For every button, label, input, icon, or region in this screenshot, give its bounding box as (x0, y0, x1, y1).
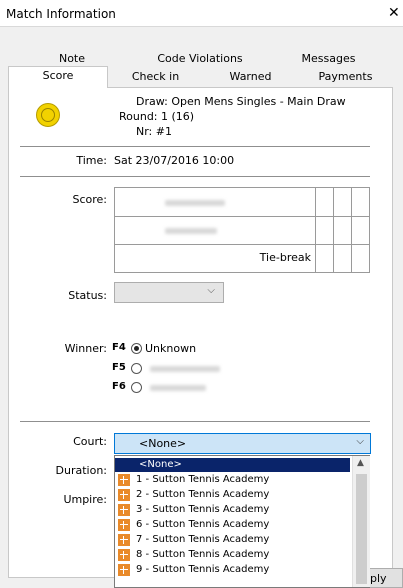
tab-note[interactable]: Note (8, 52, 136, 65)
winner-player-one-name (150, 366, 220, 372)
court-option[interactable]: 6 - Sutton Tennis Academy (115, 518, 350, 532)
court-option-none[interactable]: <None> (115, 458, 350, 472)
court-icon (118, 474, 130, 486)
score-label: Score: (72, 193, 107, 206)
court-option[interactable]: 1 - Sutton Tennis Academy (115, 473, 350, 487)
winner-radio-unknown[interactable] (131, 343, 142, 354)
winner-player-two-name (150, 385, 206, 391)
umpire-label: Umpire: (63, 493, 107, 506)
apply-button[interactable]: ply (365, 568, 403, 588)
court-icon (118, 504, 130, 516)
tab-warned[interactable]: Warned (203, 70, 298, 83)
time-label: Time: (76, 154, 107, 167)
court-icon (118, 489, 130, 501)
chevron-down-icon: ⌵ (356, 436, 364, 447)
tab-messages[interactable]: Messages (264, 52, 393, 65)
score-grid: Tie-break (114, 187, 370, 273)
court-select[interactable]: <None> ⌵ (114, 433, 371, 454)
winner-radio-player-two[interactable] (131, 382, 142, 393)
winner-label: Winner: (64, 342, 107, 355)
player-one-name (165, 200, 225, 206)
tab-check-in[interactable]: Check in (108, 70, 203, 83)
divider (20, 421, 370, 422)
tab-score[interactable]: Score (8, 66, 108, 88)
tab-row-upper: Note Code Violations Messages (8, 50, 393, 66)
tennis-ball-icon (36, 103, 60, 127)
divider (20, 146, 370, 147)
court-icon (118, 549, 130, 561)
court-icon (118, 519, 130, 531)
round-text: Round: 1 (16) (119, 110, 195, 123)
scroll-up-icon[interactable]: ▲ (357, 458, 364, 468)
time-value: Sat 23/07/2016 10:00 (114, 154, 235, 167)
shortcut-f6: F6 (112, 381, 126, 392)
tab-payments[interactable]: Payments (298, 70, 393, 83)
tiebreak-label: Tie-break (259, 251, 311, 264)
winner-unknown-label: Unknown (145, 342, 197, 355)
match-number: Nr: #1 (136, 125, 172, 138)
shortcut-f4: F4 (112, 342, 126, 353)
dropdown-scrollbar[interactable]: ▲ (352, 456, 370, 587)
winner-radio-player-one[interactable] (131, 363, 142, 374)
court-label: Court: (73, 435, 107, 448)
tab-row-lower: Score Check in Warned Payments (8, 66, 393, 88)
court-option[interactable]: 3 - Sutton Tennis Academy (115, 503, 350, 517)
court-option[interactable]: 9 - Sutton Tennis Academy (115, 563, 350, 577)
court-icon (118, 564, 130, 576)
status-label: Status: (68, 289, 107, 302)
court-option[interactable]: 8 - Sutton Tennis Academy (115, 548, 350, 562)
tab-code-violations[interactable]: Code Violations (136, 52, 264, 65)
window-title: Match Information (6, 7, 116, 21)
player-two-name (165, 228, 217, 234)
court-option[interactable]: 2 - Sutton Tennis Academy (115, 488, 350, 502)
court-option[interactable]: 7 - Sutton Tennis Academy (115, 533, 350, 547)
draw-text: Draw: Open Mens Singles - Main Draw (136, 95, 346, 108)
divider (20, 176, 370, 177)
duration-label: Duration: (55, 464, 107, 477)
close-icon[interactable]: ✕ (388, 5, 400, 21)
scrollbar-thumb[interactable] (356, 474, 367, 584)
status-select[interactable]: ⌵ (114, 282, 224, 303)
chevron-down-icon: ⌵ (207, 285, 215, 296)
shortcut-f5: F5 (112, 362, 126, 373)
court-dropdown-list: <None> 1 - Sutton Tennis Academy 2 - Sut… (114, 455, 370, 588)
court-icon (118, 534, 130, 546)
